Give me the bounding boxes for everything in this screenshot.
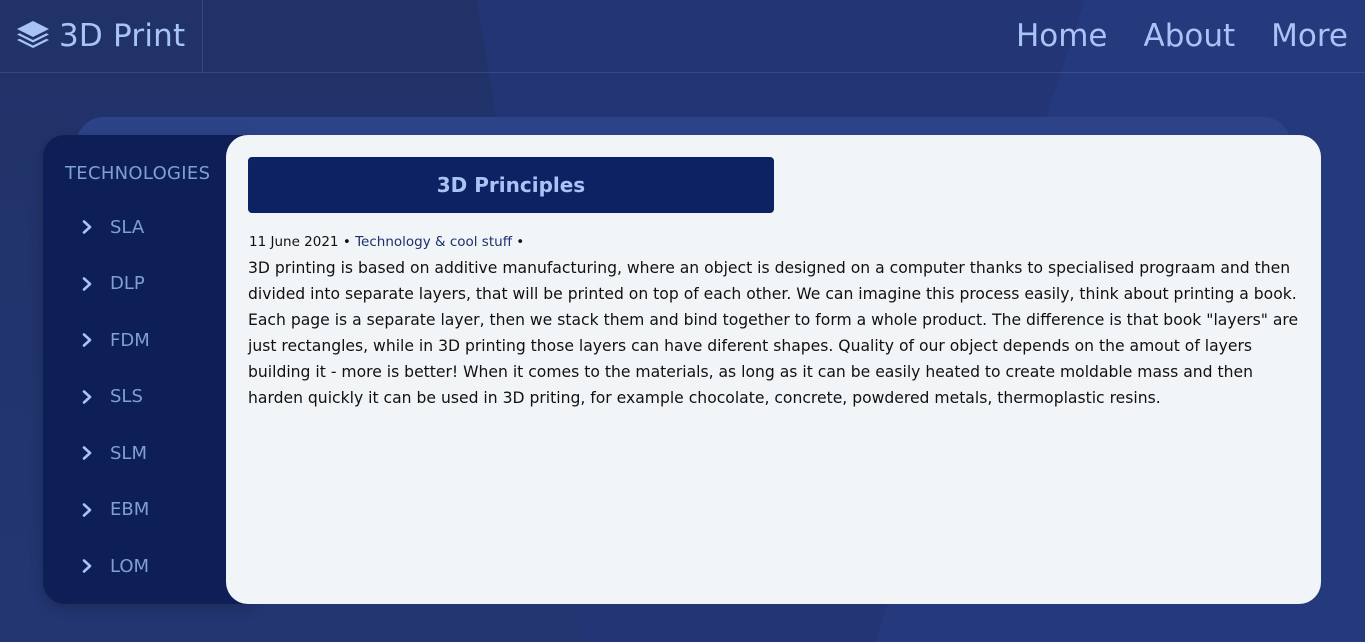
sidebar-item-dlp[interactable]: DLP: [43, 256, 226, 313]
sidebar-item-sla[interactable]: SLA: [43, 199, 226, 256]
brand-name: 3D Print: [59, 18, 186, 54]
brand-logo[interactable]: 3D Print: [0, 0, 203, 72]
sidebar-item-label: FDM: [110, 329, 150, 351]
article-body: 3D printing is based on additive manufac…: [248, 259, 1299, 407]
sidebar-item-label: DLP: [110, 273, 145, 295]
sidebar-item-ebm[interactable]: EBM: [43, 482, 226, 539]
sidebar-list: SLA DLP FDM SLS SLM EBM LOM: [43, 199, 226, 595]
sidebar-item-lom[interactable]: LOM: [43, 538, 226, 595]
chevron-right-icon: [82, 446, 92, 461]
sidebar-item-label: SLS: [110, 386, 143, 408]
technologies-sidebar: TECHNOLOGIES SLA DLP FDM SLS SLM EBM LOM: [43, 135, 253, 604]
sidebar-item-label: EBM: [110, 499, 150, 521]
top-navbar: 3D Print Home About More: [0, 0, 1365, 73]
sidebar-item-label: SLM: [110, 442, 147, 464]
meta-separator: •: [516, 234, 525, 250]
sidebar-item-label: SLA: [110, 216, 145, 238]
nav-link-home[interactable]: Home: [1016, 18, 1108, 54]
article-date: 11 June 2021: [249, 234, 339, 250]
sidebar-title: TECHNOLOGIES: [65, 163, 211, 184]
chevron-right-icon: [82, 502, 92, 517]
meta-separator: •: [342, 234, 351, 250]
chevron-right-icon: [82, 389, 92, 404]
sidebar-item-slm[interactable]: SLM: [43, 425, 226, 482]
nav-link-more[interactable]: More: [1271, 18, 1348, 54]
article-title-box: 3D Principles: [248, 157, 774, 213]
chevron-right-icon: [82, 559, 92, 574]
chevron-right-icon: [82, 220, 92, 235]
article-meta: 11 June 2021 • Technology & cool stuff •: [249, 234, 524, 250]
article-title: 3D Principles: [436, 173, 586, 197]
sidebar-item-label: LOM: [110, 555, 150, 577]
article-category-link[interactable]: Technology & cool stuff: [355, 234, 512, 250]
main-nav: Home About More: [1016, 0, 1348, 72]
sidebar-item-fdm[interactable]: FDM: [43, 312, 226, 369]
chevron-right-icon: [82, 333, 92, 348]
article-panel: 3D Principles 11 June 2021 • Technology …: [226, 135, 1321, 604]
chevron-right-icon: [82, 276, 92, 291]
layers-icon: [17, 21, 49, 48]
sidebar-item-sls[interactable]: SLS: [43, 369, 226, 426]
nav-link-about[interactable]: About: [1143, 18, 1235, 54]
